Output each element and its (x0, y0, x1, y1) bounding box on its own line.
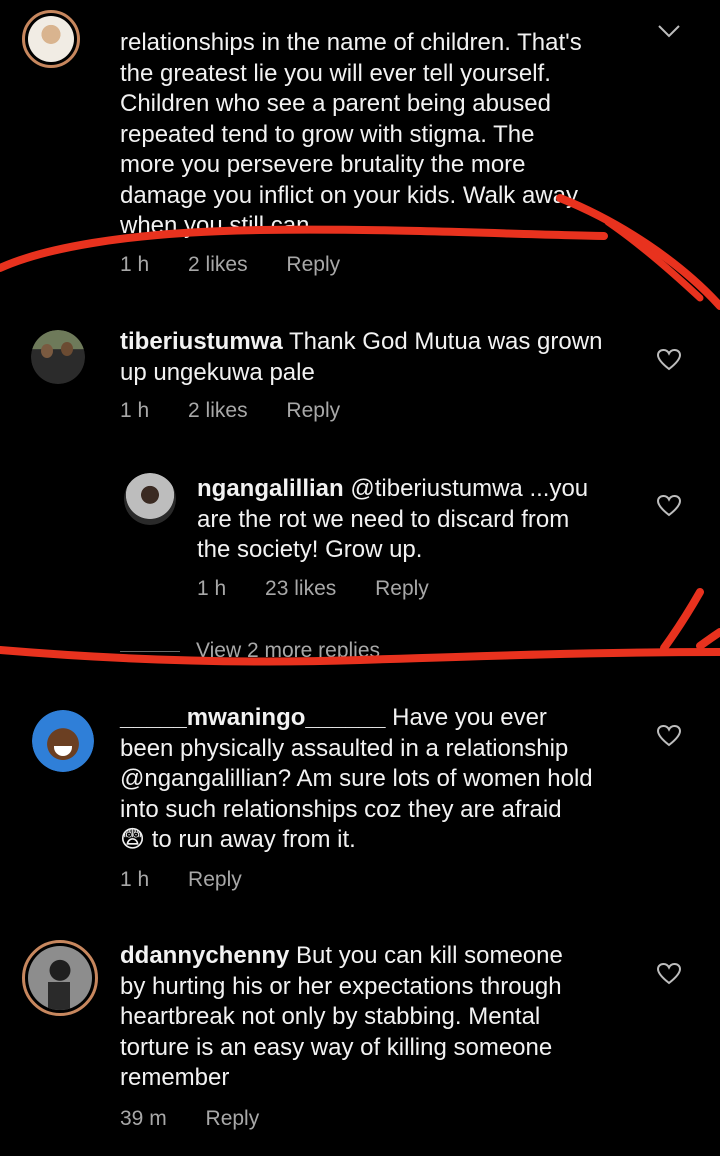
comment-text: ngangalillian @tiberiustumwa ...you are … (197, 475, 589, 563)
comment-meta: 1 h 23 likes Reply (197, 577, 462, 601)
reply-button[interactable]: Reply (375, 577, 429, 600)
timestamp: 39 m (120, 1107, 167, 1130)
comment-username[interactable]: ddannychenny (120, 942, 289, 969)
divider (120, 650, 180, 652)
comment-text: relationships in the name of children. T… (120, 29, 582, 239)
reply-button[interactable]: Reply (206, 1107, 260, 1130)
likes-count[interactable]: 2 likes (188, 253, 248, 276)
view-more-replies-button[interactable]: View 2 more replies (120, 639, 380, 663)
avatar[interactable] (32, 710, 94, 772)
timestamp: 1 h (120, 868, 150, 891)
timestamp: 1 h (120, 399, 150, 422)
reply-button[interactable]: Reply (188, 868, 242, 891)
avatar[interactable] (124, 473, 176, 525)
chevron-down-icon[interactable] (656, 22, 682, 40)
reply-button[interactable]: Reply (286, 253, 340, 276)
heart-outline-icon[interactable] (656, 494, 682, 518)
comment-text: ddannychenny But you can kill someone by… (120, 942, 563, 1091)
likes-count[interactable]: 23 likes (265, 577, 336, 600)
comment-meta: 1 h 2 likes Reply (120, 399, 373, 423)
heart-outline-icon[interactable] (656, 348, 682, 372)
avatar[interactable] (22, 10, 80, 68)
comment-text: _____mwaningo______ Have you ever been p… (120, 704, 593, 853)
comment-meta: 1 h Reply (120, 868, 275, 892)
fearful-face-emoji: 😨 (120, 826, 146, 853)
reply-button[interactable]: Reply (286, 399, 340, 422)
likes-count[interactable]: 2 likes (188, 399, 248, 422)
comment-username[interactable]: tiberiustumwa (120, 328, 283, 355)
comment-username[interactable]: _____mwaningo______ (120, 704, 386, 731)
heart-outline-icon[interactable] (656, 962, 682, 986)
comment-meta: 1 h 2 likes Reply (120, 253, 373, 277)
avatar[interactable] (31, 330, 85, 384)
view-more-label: View 2 more replies (196, 639, 381, 662)
comment-meta: 39 m Reply (120, 1107, 292, 1131)
comment-username[interactable]: ngangalillian (197, 475, 344, 502)
timestamp: 1 h (197, 577, 227, 600)
timestamp: 1 h (120, 253, 150, 276)
comment-text: tiberiustumwa Thank God Mutua was grown … (120, 328, 603, 386)
avatar[interactable] (22, 940, 98, 1016)
heart-outline-icon[interactable] (656, 724, 682, 748)
